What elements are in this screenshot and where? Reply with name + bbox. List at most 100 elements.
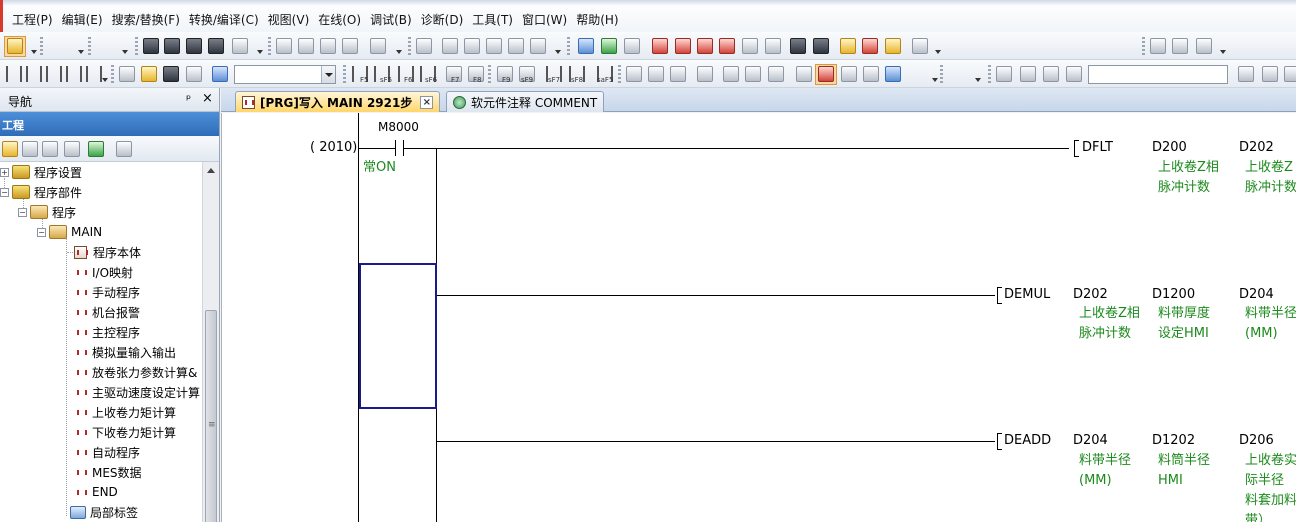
- property-icon[interactable]: [64, 141, 80, 157]
- display-mode-8-icon[interactable]: [164, 38, 180, 54]
- dropdown-arrow-icon[interactable]: [935, 50, 941, 54]
- comment-combo[interactable]: [1088, 65, 1228, 84]
- simulation-settings-icon[interactable]: [885, 38, 901, 54]
- toolbar-grip[interactable]: [40, 37, 43, 55]
- tree-item-mes-data[interactable]: MES数据: [76, 462, 142, 482]
- tab-close-icon[interactable]: ×: [420, 95, 434, 109]
- save-icon[interactable]: [163, 66, 179, 82]
- edge-icon[interactable]: [648, 66, 664, 82]
- menu-project[interactable]: 工程(P): [12, 11, 62, 28]
- menu-help[interactable]: 帮助(H): [576, 11, 627, 28]
- toolbar-grip[interactable]: [408, 37, 411, 55]
- toolbar-grip[interactable]: [988, 65, 991, 83]
- format-more-icon[interactable]: [1284, 66, 1296, 82]
- close-icon[interactable]: ×: [202, 91, 213, 106]
- pulse-contact-icon[interactable]: [86, 66, 102, 82]
- instruction-search-icon[interactable]: [508, 38, 524, 54]
- chevron-down-icon[interactable]: [321, 66, 335, 83]
- instruction-name[interactable]: DFLT: [1082, 140, 1113, 155]
- device-test-icon[interactable]: [813, 38, 829, 54]
- jump-icon[interactable]: [530, 38, 546, 54]
- monitor-start-icon[interactable]: [652, 38, 668, 54]
- editor-cursor[interactable]: [359, 263, 437, 409]
- monitor-write-stop-icon[interactable]: [719, 38, 735, 54]
- copy-icon[interactable]: [22, 141, 38, 157]
- help-icon[interactable]: [212, 66, 228, 82]
- cross-line-icon[interactable]: [1020, 66, 1036, 82]
- menu-online[interactable]: 在线(O): [318, 11, 370, 28]
- cut-icon[interactable]: [416, 38, 432, 54]
- align-left-icon[interactable]: [1150, 38, 1166, 54]
- device-display-icon[interactable]: [768, 66, 784, 82]
- dropdown-arrow-icon[interactable]: [78, 50, 84, 54]
- operation-result-icon[interactable]: [626, 66, 642, 82]
- plc-verify-icon[interactable]: [624, 38, 640, 54]
- new-data-icon[interactable]: [2, 141, 18, 157]
- operand-device[interactable]: D202: [1073, 287, 1108, 302]
- parallel-open-icon[interactable]: [46, 66, 62, 82]
- toolbar-grip[interactable]: [488, 65, 491, 83]
- scroll-up-icon[interactable]: [207, 168, 215, 173]
- collapse-icon[interactable]: −: [18, 207, 27, 217]
- instruction-name[interactable]: DEADD: [1004, 433, 1051, 448]
- toolbar-grip[interactable]: [343, 65, 346, 83]
- scroll-thumb[interactable]: [205, 310, 217, 522]
- toolbar-grip[interactable]: [1142, 37, 1145, 55]
- menu-diagnostics[interactable]: 诊断(D): [421, 11, 473, 28]
- expand-icon[interactable]: +: [0, 167, 9, 177]
- coil-search-icon[interactable]: [464, 38, 480, 54]
- menu-view[interactable]: 视图(V): [268, 11, 319, 28]
- close-contact-icon[interactable]: [26, 66, 42, 82]
- tree-item-main-drive-speed[interactable]: 主驱动速度设定计算: [76, 382, 200, 402]
- window-icon[interactable]: [912, 38, 928, 54]
- device-search-icon[interactable]: [486, 38, 502, 54]
- format-alt-icon[interactable]: [1262, 66, 1278, 82]
- read-mode-icon[interactable]: [370, 38, 386, 54]
- tree-scrollbar[interactable]: ≡: [202, 162, 219, 522]
- dropdown-arrow-icon[interactable]: [122, 50, 128, 54]
- monitor-stop-icon[interactable]: [675, 38, 691, 54]
- operand-device[interactable]: D1202: [1152, 433, 1195, 448]
- open-folder-icon[interactable]: [141, 66, 157, 82]
- simulation-start-icon[interactable]: [840, 38, 856, 54]
- tree-item-auto-program[interactable]: 自动程序: [76, 442, 140, 462]
- tree-item-io-map[interactable]: I/O映射: [76, 262, 133, 282]
- toolbar-grip[interactable]: [618, 65, 621, 83]
- operand-device[interactable]: D204: [1239, 287, 1274, 302]
- dropdown-arrow-icon[interactable]: [31, 50, 37, 54]
- tree-item-master-program[interactable]: 主控程序: [76, 322, 140, 342]
- insert-row-icon[interactable]: [276, 38, 292, 54]
- device-combo[interactable]: [234, 65, 336, 84]
- toolbar-grip[interactable]: [567, 37, 570, 55]
- cross-line-alt-icon[interactable]: [1043, 66, 1059, 82]
- monitor-batch-icon[interactable]: [742, 38, 758, 54]
- tree-item-program-body[interactable]: 程序本体: [74, 242, 141, 262]
- contact-search-icon[interactable]: [442, 38, 458, 54]
- open-contact-icon[interactable]: [6, 66, 22, 82]
- operand-device[interactable]: D202: [1239, 140, 1274, 155]
- dropdown-arrow-icon[interactable]: [257, 50, 263, 54]
- tree-item-lower-winder-torque[interactable]: 下收卷力矩计算: [76, 422, 176, 442]
- paste-icon[interactable]: [42, 141, 58, 157]
- menu-edit[interactable]: 编辑(E): [62, 11, 112, 28]
- device-list-icon[interactable]: [885, 66, 901, 82]
- collapse-icon[interactable]: −: [37, 227, 46, 237]
- comment-edit-icon[interactable]: [697, 66, 713, 82]
- menu-debug[interactable]: 调试(B): [370, 11, 421, 28]
- statement-edit-icon[interactable]: [723, 66, 739, 82]
- dropdown-arrow-icon[interactable]: [975, 78, 981, 82]
- toolbar-grip[interactable]: [111, 65, 114, 83]
- toolbar-grip[interactable]: [135, 37, 138, 55]
- align-right-icon[interactable]: [1172, 38, 1188, 54]
- tab-device-comment[interactable]: 软元件注释 COMMENT: [446, 91, 605, 112]
- dropdown-arrow-icon[interactable]: [1220, 50, 1226, 54]
- display-mode-10-icon[interactable]: [186, 38, 202, 54]
- note-edit-icon[interactable]: [745, 66, 761, 82]
- new-file-icon[interactable]: [119, 66, 135, 82]
- menu-window[interactable]: 窗口(W): [522, 11, 576, 28]
- dropdown-arrow-icon[interactable]: [102, 78, 108, 82]
- display-mode-16-alt-icon[interactable]: [232, 38, 248, 54]
- dropdown-arrow-icon[interactable]: [396, 50, 402, 54]
- tree-item-program-parts[interactable]: − 程序部件: [0, 182, 82, 202]
- operand-device[interactable]: D206: [1239, 433, 1274, 448]
